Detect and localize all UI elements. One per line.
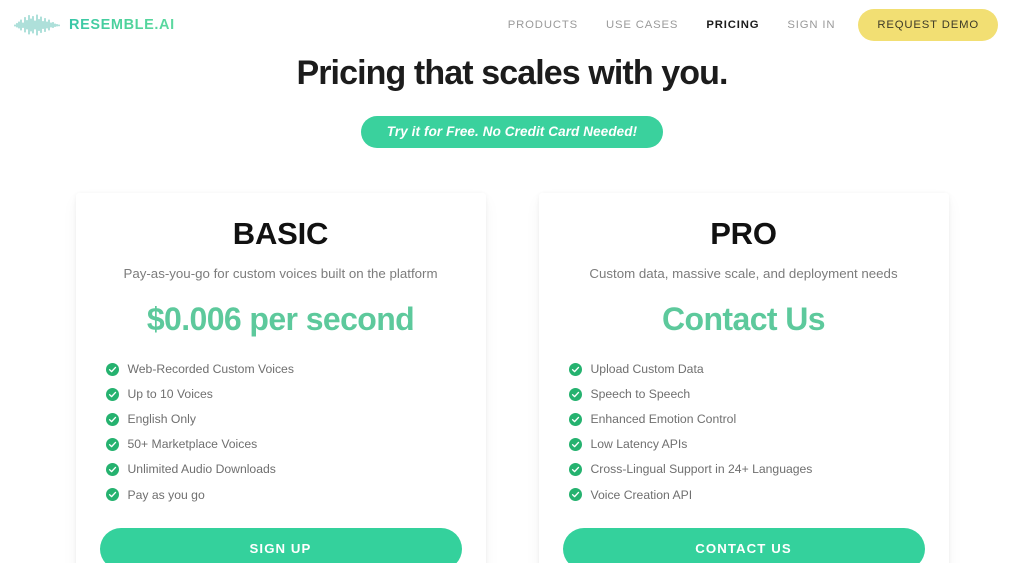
- feature-list: Upload Custom Data Speech to Speech Enha…: [563, 362, 925, 502]
- check-circle-icon: [568, 413, 582, 427]
- feature-label: Speech to Speech: [590, 387, 691, 402]
- free-trial-badge: Try it for Free. No Credit Card Needed!: [360, 116, 664, 149]
- check-circle-icon: [105, 438, 119, 452]
- list-item: Speech to Speech: [568, 387, 925, 402]
- nav-item-pricing[interactable]: PRICING: [692, 13, 773, 37]
- plan-description: Custom data, massive scale, and deployme…: [589, 266, 898, 282]
- check-circle-icon: [568, 387, 582, 401]
- feature-label: 50+ Marketplace Voices: [127, 437, 258, 452]
- feature-label: Low Latency APIs: [590, 437, 688, 452]
- main-navigation: PRODUCTS USE CASES PRICING SIGN IN REQUE…: [494, 9, 998, 41]
- plan-name: PRO: [710, 216, 777, 252]
- feature-label: Pay as you go: [127, 487, 205, 502]
- check-circle-icon: [568, 463, 582, 477]
- list-item: English Only: [105, 412, 462, 427]
- page-title: Pricing that scales with you.: [296, 54, 728, 92]
- feature-label: Unlimited Audio Downloads: [127, 462, 276, 477]
- feature-label: Web-Recorded Custom Voices: [127, 361, 294, 376]
- contact-us-button[interactable]: CONTACT US: [562, 528, 925, 563]
- plan-description: Pay-as-you-go for custom voices built on…: [123, 266, 438, 282]
- pricing-plans: BASIC Pay-as-you-go for custom voices bu…: [0, 193, 1024, 563]
- list-item: Cross-Lingual Support in 24+ Languages: [568, 462, 925, 477]
- nav-item-use-cases[interactable]: USE CASES: [592, 13, 692, 37]
- feature-label: Upload Custom Data: [590, 361, 704, 376]
- check-circle-icon: [568, 362, 582, 376]
- hero-badge-row: Try it for Free. No Credit Card Needed!: [0, 116, 1024, 149]
- sign-up-button[interactable]: SIGN UP: [99, 528, 462, 563]
- request-demo-button[interactable]: REQUEST DEMO: [858, 9, 998, 41]
- feature-label: Voice Creation API: [590, 487, 693, 502]
- list-item: Upload Custom Data: [568, 361, 925, 377]
- check-circle-icon: [105, 488, 119, 502]
- site-header: RESEMBLE.AI PRODUCTS USE CASES PRICING S…: [0, 0, 1024, 50]
- check-circle-icon: [568, 488, 582, 502]
- plan-name: BASIC: [232, 216, 329, 252]
- list-item: Pay as you go: [105, 487, 462, 503]
- plan-price: Contact Us: [662, 301, 826, 338]
- feature-label: Up to 10 Voices: [127, 387, 213, 402]
- feature-list: Web-Recorded Custom Voices Up to 10 Voic…: [100, 362, 462, 502]
- hero-section: Pricing that scales with you. Try it for…: [0, 50, 1024, 149]
- list-item: Unlimited Audio Downloads: [105, 462, 462, 477]
- list-item: Low Latency APIs: [568, 437, 925, 452]
- feature-label: English Only: [127, 412, 196, 427]
- feature-label: Cross-Lingual Support in 24+ Languages: [590, 462, 813, 477]
- list-item: 50+ Marketplace Voices: [105, 437, 462, 452]
- plan-card-pro: PRO Custom data, massive scale, and depl…: [538, 193, 949, 563]
- nav-item-sign-in[interactable]: SIGN IN: [773, 13, 849, 37]
- check-circle-icon: [105, 387, 119, 401]
- plan-price: $0.006 per second: [146, 301, 415, 338]
- check-circle-icon: [105, 362, 119, 376]
- nav-item-products[interactable]: PRODUCTS: [494, 13, 592, 37]
- list-item: Enhanced Emotion Control: [568, 412, 925, 427]
- check-circle-icon: [105, 463, 119, 477]
- audio-waveform-icon: [14, 14, 60, 36]
- plan-card-basic: BASIC Pay-as-you-go for custom voices bu…: [75, 193, 486, 563]
- check-circle-icon: [105, 413, 119, 427]
- feature-label: Enhanced Emotion Control: [590, 412, 737, 427]
- check-circle-icon: [568, 438, 582, 452]
- list-item: Up to 10 Voices: [105, 387, 462, 402]
- list-item: Voice Creation API: [568, 487, 925, 503]
- brand-logo[interactable]: RESEMBLE.AI: [14, 14, 175, 36]
- brand-name: RESEMBLE.AI: [69, 17, 175, 33]
- list-item: Web-Recorded Custom Voices: [105, 361, 462, 377]
